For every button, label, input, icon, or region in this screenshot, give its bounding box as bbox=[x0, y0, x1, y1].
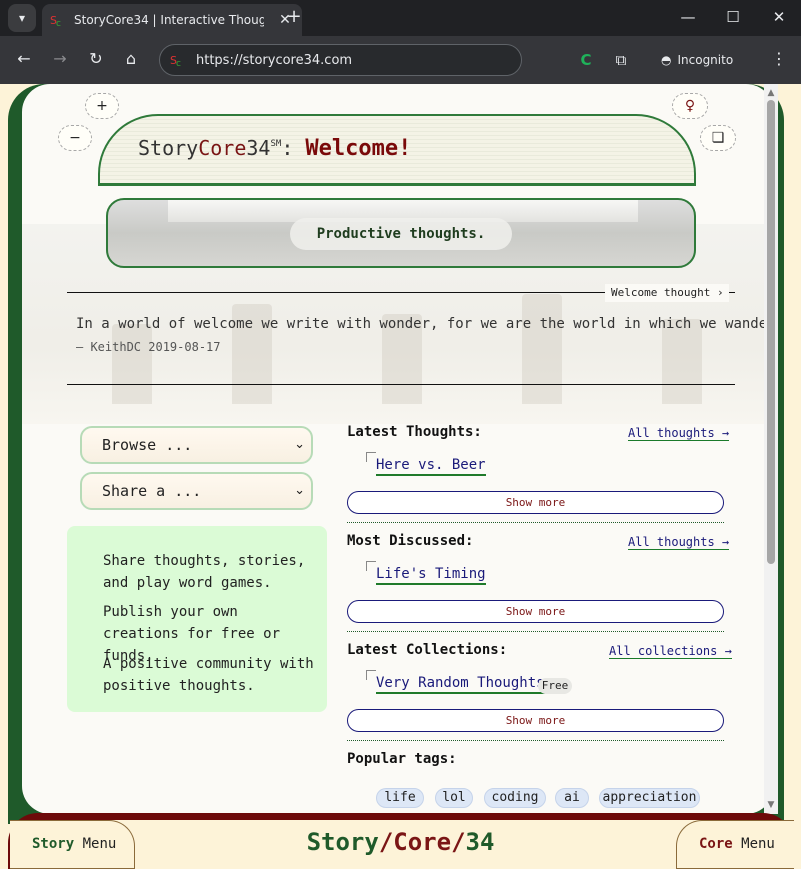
tag-chip[interactable]: ai bbox=[555, 788, 589, 808]
footer-title-slash: / bbox=[378, 828, 394, 856]
url-text: https://storycore34.com bbox=[196, 52, 353, 68]
divider bbox=[347, 522, 724, 523]
extensions-icon[interactable]: ⧉ bbox=[611, 50, 631, 70]
tag-chip[interactable]: life bbox=[376, 788, 424, 808]
footer-title-story: Story bbox=[306, 828, 379, 856]
item-bracket bbox=[366, 670, 376, 680]
hero-banner: Productive thoughts. bbox=[106, 198, 696, 268]
latest-thoughts-heading: Latest Thoughts: bbox=[347, 424, 482, 440]
tag-chip[interactable]: coding bbox=[484, 788, 546, 808]
incognito-indicator[interactable]: ◓ Incognito bbox=[661, 46, 733, 74]
info-card: Share thoughts, stories, and play word g… bbox=[67, 526, 327, 712]
footer-title[interactable]: Story/Core/34 bbox=[0, 828, 801, 856]
incognito-label: Incognito bbox=[677, 53, 734, 67]
site-info-icon[interactable]: S c bbox=[170, 52, 186, 68]
forward-icon[interactable]: → bbox=[48, 48, 72, 72]
welcome-heading: Welcome! bbox=[305, 136, 412, 161]
incognito-icon: ◓ bbox=[661, 53, 672, 67]
divider bbox=[347, 631, 724, 632]
divider bbox=[67, 384, 735, 385]
show-more-button[interactable]: Show more bbox=[347, 709, 724, 732]
minimize-icon[interactable]: — bbox=[676, 6, 700, 30]
address-bar[interactable]: S c https://storycore34.com bbox=[159, 44, 522, 76]
footer-title-slash: / bbox=[451, 828, 466, 856]
reload-icon[interactable]: ↻ bbox=[84, 48, 108, 72]
scroll-up-icon[interactable]: ▲ bbox=[764, 88, 778, 98]
browser-toolbar: ← → ↻ ⌂ S c https://storycore34.com C ⧉ … bbox=[0, 36, 801, 84]
page-title: StoryCore34SM: Welcome! bbox=[138, 136, 411, 161]
footer-title-core: Core bbox=[393, 828, 452, 856]
thought-link[interactable]: Here vs. Beer bbox=[376, 457, 486, 476]
extension-c-icon[interactable]: C bbox=[576, 50, 596, 70]
home-icon[interactable]: ⌂ bbox=[119, 48, 143, 72]
welcome-thought-link[interactable]: Welcome thought › bbox=[611, 286, 724, 299]
all-collections-link[interactable]: All collections → bbox=[609, 644, 732, 659]
show-more-button[interactable]: Show more bbox=[347, 491, 724, 514]
banner-text: Productive thoughts. bbox=[290, 218, 512, 250]
window-icon[interactable]: ❏ bbox=[700, 125, 736, 151]
maximize-icon[interactable]: ☐ bbox=[721, 6, 745, 30]
tab-title: StoryCore34 | Interactive Thoug bbox=[74, 13, 264, 27]
quote-author: — KeithDC 2019-08-17 bbox=[76, 340, 221, 354]
browser-tab-bar: ▾ S c StoryCore34 | Interactive Thoug ✕ … bbox=[0, 0, 801, 36]
tag-chip[interactable]: appreciation bbox=[599, 788, 700, 808]
info-paragraph: A positive community with positive thoug… bbox=[103, 656, 314, 694]
chevron-down-icon: ⌄ bbox=[294, 483, 305, 498]
site-name-core[interactable]: Core bbox=[198, 136, 246, 160]
thought-link[interactable]: Life's Timing bbox=[376, 566, 486, 585]
popular-tags-heading: Popular tags: bbox=[347, 751, 457, 767]
show-more-button[interactable]: Show more bbox=[347, 600, 724, 623]
all-thoughts-link[interactable]: All thoughts → bbox=[628, 426, 730, 441]
page-content: + − ♀ ❏ StoryCore34SM: Welcome! Producti… bbox=[22, 84, 774, 814]
quote-text: In a world of welcome we write with wond… bbox=[76, 316, 774, 332]
page-viewport: + − ♀ ❏ StoryCore34SM: Welcome! Producti… bbox=[0, 84, 801, 869]
new-tab-icon[interactable]: + bbox=[284, 6, 304, 30]
item-bracket bbox=[366, 561, 376, 571]
scroll-down-icon[interactable]: ▼ bbox=[764, 800, 778, 810]
svg-text:c: c bbox=[56, 19, 61, 28]
browse-select-value: Browse ... bbox=[102, 436, 193, 454]
browse-select[interactable]: Browse ... ⌄ bbox=[80, 426, 313, 464]
latest-collections-heading: Latest Collections: bbox=[347, 642, 508, 658]
tab-search-icon[interactable]: ▾ bbox=[8, 4, 36, 32]
title-colon: : bbox=[281, 136, 294, 160]
lightbulb-icon[interactable]: ♀ bbox=[672, 93, 708, 119]
back-icon[interactable]: ← bbox=[12, 48, 36, 72]
service-mark: SM bbox=[270, 139, 282, 149]
item-bracket bbox=[366, 452, 376, 462]
free-badge: Free bbox=[538, 678, 572, 694]
most-discussed-heading: Most Discussed: bbox=[347, 533, 474, 549]
share-select-value: Share a ... bbox=[102, 482, 202, 500]
all-thoughts-link[interactable]: All thoughts → bbox=[628, 535, 730, 550]
window-close-icon[interactable]: ✕ bbox=[767, 6, 791, 30]
menu-icon[interactable]: ⋮ bbox=[770, 48, 788, 72]
info-paragraph: Share thoughts, stories, and play word g… bbox=[103, 553, 306, 591]
site-name-story[interactable]: Story bbox=[138, 136, 198, 160]
site-name-number[interactable]: 34 bbox=[246, 136, 270, 160]
footer-title-number: 34 bbox=[465, 828, 495, 856]
share-select[interactable]: Share a ... ⌄ bbox=[80, 472, 313, 510]
chevron-down-icon: ⌄ bbox=[294, 437, 305, 452]
zoom-in-button[interactable]: + bbox=[85, 93, 119, 119]
zoom-out-button[interactable]: − bbox=[58, 125, 92, 151]
tag-chip[interactable]: lol bbox=[435, 788, 473, 808]
divider bbox=[347, 740, 724, 741]
collection-link[interactable]: Very Random Thoughts bbox=[376, 675, 545, 694]
browser-tab[interactable]: S c StoryCore34 | Interactive Thoug ✕ bbox=[42, 4, 302, 36]
scrollbar-thumb[interactable] bbox=[767, 100, 775, 564]
svg-text:c: c bbox=[176, 59, 181, 68]
favicon-icon: S c bbox=[50, 14, 61, 28]
